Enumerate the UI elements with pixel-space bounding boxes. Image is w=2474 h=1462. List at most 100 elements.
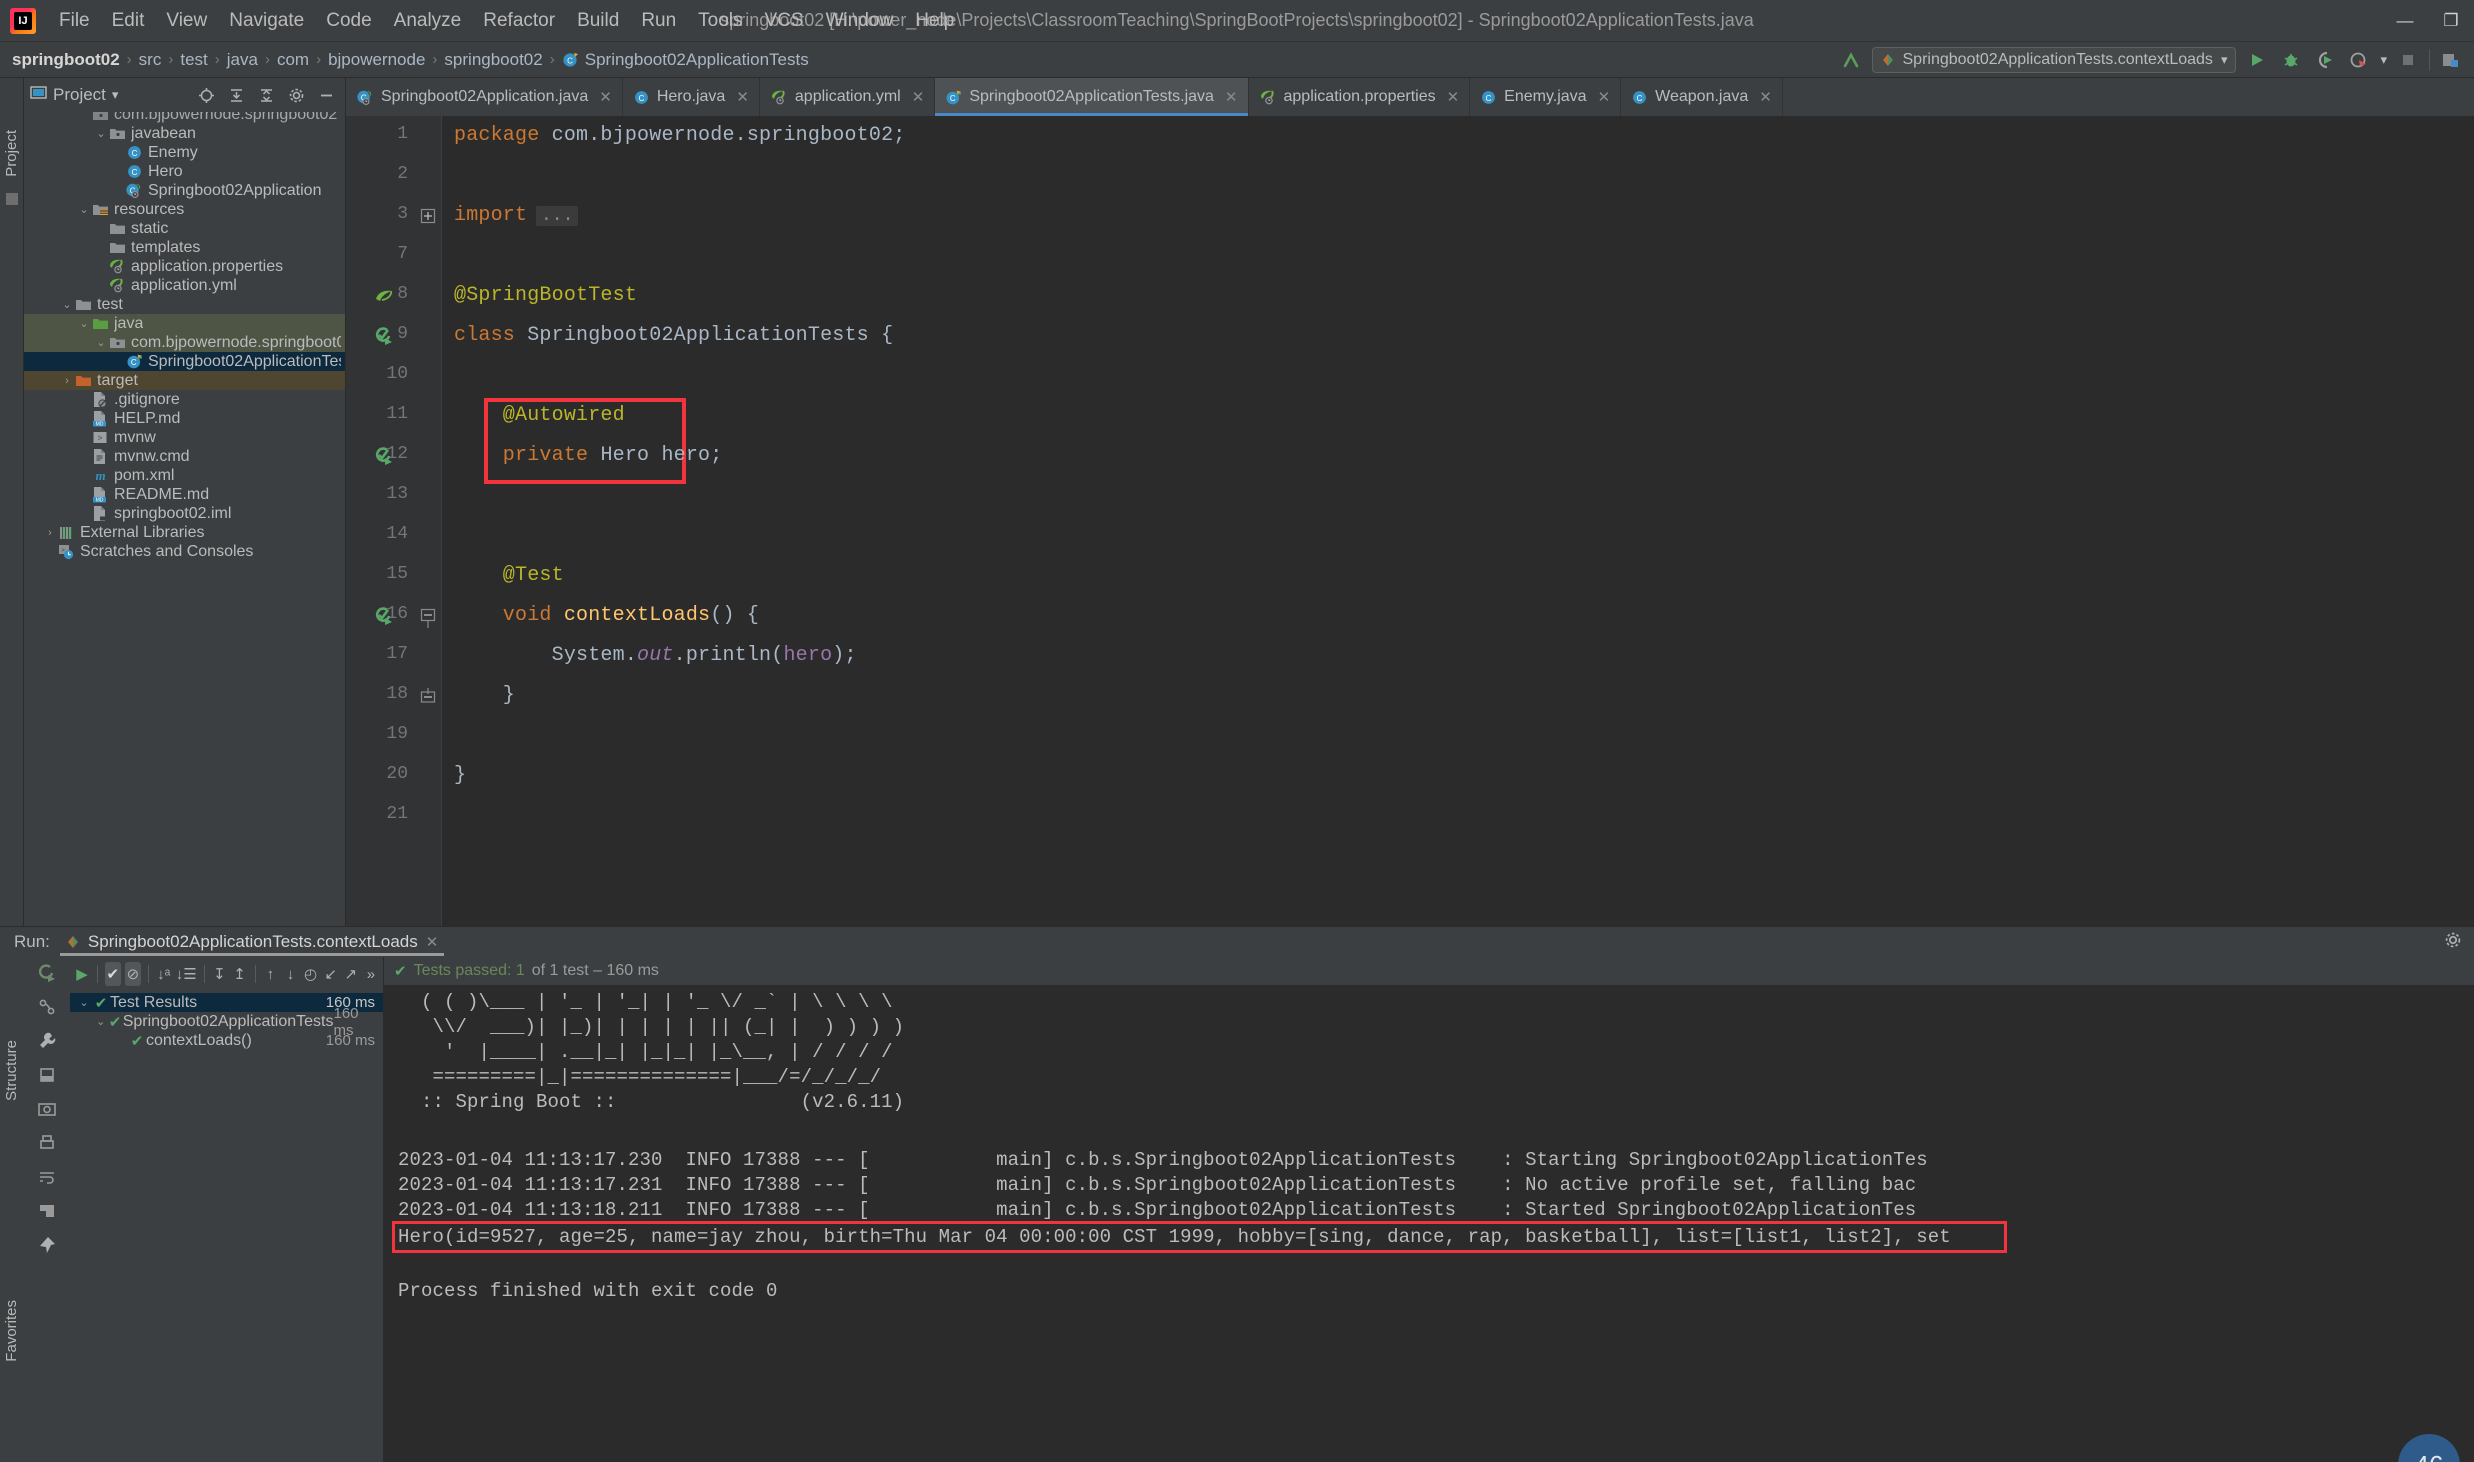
- editor-gutter[interactable]: 1 2 3 7 8 9 10 11 12 13 14 15 16 17 18 19 20 21: [346, 116, 416, 926]
- project-tree[interactable]: com.bjpowernode.springboot02 ⌄ javabean C En…: [24, 112, 345, 926]
- menu-bar[interactable]: File Edit View Navigate Code Analyze Refactor B…: [48, 6, 965, 36]
- tree-item-external-libraries[interactable]: › External Libraries: [24, 523, 345, 542]
- tree-item-target[interactable]: › target: [24, 371, 345, 390]
- settings-gear-icon[interactable]: [283, 82, 309, 108]
- editor-tab-application-yml[interactable]: application.yml ✕: [760, 78, 936, 116]
- menu-item-build[interactable]: Build: [566, 6, 630, 36]
- editor-tab-springboot02applicationtests-java[interactable]: C Springboot02ApplicationTests.java ✕: [935, 78, 1249, 116]
- tree-item-templates[interactable]: templates: [24, 238, 345, 257]
- locate-icon[interactable]: [193, 82, 219, 108]
- updates-icon[interactable]: [2438, 47, 2464, 73]
- editor-tab-springboot02application-java[interactable]: C Springboot02Application.java ✕: [346, 78, 623, 116]
- menu-item-code[interactable]: Code: [315, 6, 382, 36]
- maximize-button[interactable]: ❐: [2428, 0, 2474, 42]
- chevron-right-icon[interactable]: ›: [60, 375, 74, 387]
- editor-tab-weapon-java[interactable]: C Weapon.java ✕: [1621, 78, 1783, 116]
- show-ignored-toggle[interactable]: ⊘: [124, 962, 141, 986]
- structure-tool-label[interactable]: Structure: [3, 1040, 20, 1101]
- tree-item-mvnw[interactable]: > mvnw: [24, 428, 345, 447]
- chevron-right-icon[interactable]: ›: [43, 527, 57, 539]
- tree-item-java[interactable]: ⌄ java: [24, 314, 345, 333]
- wrap-text-icon[interactable]: [37, 1167, 57, 1187]
- collapse-all-icon[interactable]: [253, 82, 279, 108]
- run-settings-gear-icon[interactable]: [2444, 931, 2462, 954]
- close-icon[interactable]: ✕: [599, 88, 612, 106]
- close-icon[interactable]: ✕: [912, 88, 925, 106]
- chevron-down-icon[interactable]: ⌄: [76, 996, 92, 1009]
- pin-tab-icon[interactable]: [37, 1065, 57, 1085]
- expand-all-icon[interactable]: [223, 82, 249, 108]
- spring-bean-gutter-icon[interactable]: [374, 286, 394, 311]
- breadcrumb-item-com[interactable]: com: [277, 50, 309, 70]
- menu-item-file[interactable]: File: [48, 6, 101, 36]
- tree-item-application-properties[interactable]: application.properties: [24, 257, 345, 276]
- close-icon[interactable]: ✕: [426, 933, 439, 951]
- run-method-gutter-icon[interactable]: [374, 606, 394, 631]
- tree-item-static[interactable]: static: [24, 219, 345, 238]
- menu-item-run[interactable]: Run: [630, 6, 687, 36]
- print-icon[interactable]: [37, 1133, 57, 1153]
- tree-item-springboot02applicationtests[interactable]: C Springboot02ApplicationTests: [24, 352, 345, 371]
- menu-item-refactor[interactable]: Refactor: [472, 6, 566, 36]
- console-output[interactable]: ( ( )\___ | '_ | '_| | '_ \/ _` | \ \ \ …: [384, 985, 2474, 1462]
- menu-item-help[interactable]: Help: [904, 6, 965, 36]
- chevron-down-icon[interactable]: ⌄: [60, 298, 74, 311]
- close-icon[interactable]: ✕: [1598, 88, 1611, 106]
- minimize-button[interactable]: —: [2382, 0, 2428, 42]
- chevron-down-icon[interactable]: ⌄: [94, 1015, 108, 1028]
- export-tests-button[interactable]: ↗: [343, 962, 359, 986]
- chevron-down-icon[interactable]: ⌄: [94, 336, 108, 349]
- rerun-button[interactable]: ▶: [74, 962, 90, 986]
- debug-button[interactable]: [2278, 47, 2304, 73]
- breadcrumb[interactable]: springboot02 › src › test › java › com › bjpowerno…: [12, 50, 809, 70]
- expand-all-button[interactable]: ↧: [211, 962, 227, 986]
- tree-item-hero[interactable]: C Hero: [24, 162, 345, 181]
- hide-panel-icon[interactable]: [313, 82, 339, 108]
- collapse-all-button[interactable]: ↥: [232, 962, 248, 986]
- breadcrumb-item-test[interactable]: test: [180, 50, 207, 70]
- settings-wrench-icon[interactable]: [37, 1031, 57, 1051]
- project-title-chevron-icon[interactable]: ▾: [112, 87, 119, 103]
- project-tool-label[interactable]: Project: [3, 130, 20, 177]
- collapse-method-icon[interactable]: [420, 608, 436, 635]
- editor-tab-application-properties[interactable]: application.properties ✕: [1249, 78, 1471, 116]
- pin-icon[interactable]: [37, 1235, 57, 1255]
- expand-import-icon[interactable]: [420, 208, 436, 229]
- run-button[interactable]: [2244, 47, 2270, 73]
- close-icon[interactable]: ✕: [1759, 88, 1772, 106]
- code-content[interactable]: package com.bjpowernode.springboot02; imp…: [442, 116, 2474, 926]
- menu-item-analyze[interactable]: Analyze: [383, 6, 473, 36]
- code-editor[interactable]: 1 2 3 7 8 9 10 11 12 13 14 15 16 17 18 19 20 21 package c…: [346, 116, 2474, 926]
- tree-item-application-yml[interactable]: application.yml: [24, 276, 345, 295]
- breadcrumb-item-java[interactable]: java: [227, 50, 258, 70]
- layout-icon[interactable]: [37, 1201, 57, 1221]
- tree-item-resources[interactable]: ⌄ resources: [24, 200, 345, 219]
- tree-item-pom-xml[interactable]: m pom.xml: [24, 466, 345, 485]
- autowired-gutter-icon[interactable]: [374, 446, 394, 471]
- menu-item-window[interactable]: Window: [815, 6, 905, 36]
- test-toolbar[interactable]: ▶ ✔ ⊘ ↓ᵃ ↓☰ ↧ ↥ ↑ ↓ ◴ ↙ ↗»: [70, 957, 383, 991]
- chevron-down-icon[interactable]: ⌄: [77, 317, 91, 330]
- history-button[interactable]: ◴: [303, 962, 319, 986]
- tree-item-test[interactable]: ⌄ test: [24, 295, 345, 314]
- close-icon[interactable]: ✕: [736, 88, 749, 106]
- run-configuration-selector[interactable]: Springboot02ApplicationTests.contextLoad…: [1871, 46, 2237, 73]
- test-results-tree[interactable]: ⌄ ✔ Test Results 160 ms ⌄ ✔ Springboot02Applic…: [70, 991, 383, 1462]
- chevron-down-icon[interactable]: ⌄: [77, 203, 91, 216]
- tree-item-com-bjpowernode-springboot02[interactable]: ⌄ com.bjpowernode.springboot02: [24, 333, 345, 352]
- tree-item-help-md[interactable]: MD HELP.md: [24, 409, 345, 428]
- next-failed-button[interactable]: ↓: [282, 962, 298, 986]
- editor-tab-enemy-java[interactable]: C Enemy.java ✕: [1470, 78, 1622, 116]
- rerun-gutter-icon[interactable]: [37, 963, 57, 983]
- prev-failed-button[interactable]: ↑: [262, 962, 278, 986]
- more-button[interactable]: »: [363, 962, 379, 986]
- test-row-springboot02applicationtests[interactable]: ⌄ ✔ Springboot02ApplicationTests 160 ms: [70, 1005, 383, 1039]
- tree-item-readme-md[interactable]: MD README.md: [24, 485, 345, 504]
- screenshot-icon[interactable]: [37, 1099, 57, 1119]
- breadcrumb-item-bjpowernode[interactable]: bjpowernode: [328, 50, 425, 70]
- sort-alphabetically-button[interactable]: ↓ᵃ: [156, 962, 172, 986]
- close-icon[interactable]: ✕: [1447, 88, 1460, 106]
- editor-tab-bar[interactable]: C Springboot02Application.java ✕ C Hero.java…: [346, 78, 2474, 116]
- tree-item-com-bjpowernode-springboot02[interactable]: com.bjpowernode.springboot02: [24, 112, 345, 124]
- window-controls[interactable]: — ❐: [2382, 0, 2474, 42]
